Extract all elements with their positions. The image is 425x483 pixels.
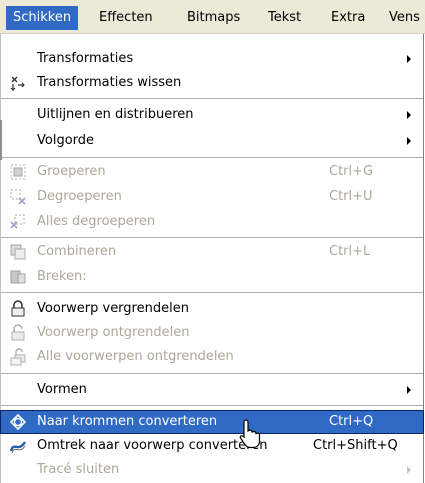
menu-item-alles-degroeperen[interactable]: Alles degroeperen	[1, 211, 423, 233]
menu-bitmaps[interactable]: Bitmaps	[180, 6, 247, 30]
menu-item-vormen[interactable]: Vormen	[1, 379, 423, 401]
menu-item-shortcut: Ctrl+Q	[329, 414, 374, 429]
menu-item-volgorde[interactable]: Volgorde	[1, 130, 423, 152]
menu-separator	[1, 373, 423, 374]
menu-separator	[1, 98, 423, 99]
submenu-arrow-icon	[407, 466, 411, 474]
combine-icon	[9, 243, 27, 261]
menu-separator	[1, 157, 423, 158]
unlock-icon	[9, 324, 27, 342]
menu-item-shortcut: Ctrl+Shift+Q	[313, 438, 398, 453]
menu-item-omtrek-naar-voorwerp-converteren[interactable]: Omtrek naar voorwerp converteren Ctrl+Sh…	[1, 435, 423, 457]
menu-vensters[interactable]: Vens	[382, 6, 425, 30]
menu-item-label: Omtrek naar voorwerp converteren	[37, 438, 268, 453]
menu-item-label: Combineren	[37, 244, 117, 259]
submenu-arrow-icon	[407, 137, 411, 145]
menu-tekst-label: Tekst	[268, 10, 302, 25]
menu-item-transformaties[interactable]: Transformaties	[1, 48, 423, 70]
ungroup-icon	[9, 188, 27, 206]
menu-item-label: Voorwerp vergrendelen	[37, 301, 189, 316]
menu-item-label: Groeperen	[37, 164, 106, 179]
menu-effecten-label: Effecten	[99, 10, 153, 25]
menu-item-label: Voorwerp ontgrendelen	[37, 325, 190, 340]
submenu-arrow-icon	[407, 386, 411, 394]
break-apart-icon	[9, 268, 27, 286]
clear-transformations-icon	[9, 74, 27, 92]
unlock-all-icon	[9, 348, 27, 366]
menu-item-label: Uitlijnen en distribueren	[37, 107, 194, 122]
menu-schikken-label: Schikken	[13, 10, 72, 25]
menu-extra-label: Extra	[331, 10, 366, 25]
menu-item-label: Breken:	[37, 269, 87, 284]
menu-item-label: Alles degroeperen	[37, 214, 156, 229]
menu-item-groeperen[interactable]: Groeperen Ctrl+G	[1, 161, 423, 183]
menu-item-label: Tracé sluiten	[37, 462, 120, 477]
menu-item-shortcut: Ctrl+U	[329, 189, 373, 204]
menu-separator	[1, 405, 423, 406]
canvas-edge	[0, 120, 2, 160]
menu-vensters-label: Vens	[389, 10, 420, 25]
menu-effecten[interactable]: Effecten	[92, 6, 160, 30]
group-icon	[9, 163, 27, 181]
menu-item-label: Vormen	[37, 382, 87, 397]
menu-schikken[interactable]: Schikken	[6, 6, 79, 30]
menubar: Schikken Effecten Bitmaps Tekst Extra Ve…	[0, 0, 425, 34]
menu-item-combineren[interactable]: Combineren Ctrl+L	[1, 241, 423, 263]
menu-bitmaps-label: Bitmaps	[187, 10, 241, 25]
convert-to-curves-icon	[9, 413, 27, 431]
menu-item-label: Transformaties	[37, 51, 134, 66]
menu-item-degroeperen[interactable]: Degroeperen Ctrl+U	[1, 186, 423, 208]
menu-item-voorwerp-vergrendelen[interactable]: Voorwerp vergrendelen	[1, 298, 423, 320]
menu-item-breken[interactable]: Breken:	[1, 266, 423, 288]
outline-to-object-icon	[9, 437, 27, 455]
submenu-arrow-icon	[407, 111, 411, 119]
mouse-pointer-icon	[238, 419, 262, 449]
menu-item-label: Alle voorwerpen ontgrendelen	[37, 349, 234, 364]
menu-separator	[1, 237, 423, 238]
menu-separator	[1, 292, 423, 293]
menu-item-alle-voorwerpen-ontgrendelen[interactable]: Alle voorwerpen ontgrendelen	[1, 346, 423, 368]
submenu-arrow-icon	[407, 55, 411, 63]
schikken-dropdown-menu: Transformaties Transformaties wissen Uit…	[0, 34, 424, 483]
menu-item-label: Naar krommen converteren	[37, 414, 218, 429]
menu-item-shortcut: Ctrl+L	[329, 244, 371, 259]
menu-item-label: Degroeperen	[37, 189, 122, 204]
lock-icon	[9, 300, 27, 318]
ungroup-all-icon	[9, 213, 27, 231]
menu-tekst[interactable]: Tekst	[261, 6, 308, 30]
menu-item-shortcut: Ctrl+G	[329, 164, 374, 179]
menu-item-transformaties-wissen[interactable]: Transformaties wissen	[1, 72, 423, 94]
menu-item-label: Transformaties wissen	[37, 75, 182, 90]
menu-extra[interactable]: Extra	[324, 6, 372, 30]
menu-item-naar-krommen-converteren[interactable]: Naar krommen converteren Ctrl+Q	[0, 410, 424, 434]
menu-item-voorwerp-ontgrendelen[interactable]: Voorwerp ontgrendelen	[1, 322, 423, 344]
menu-item-trace-sluiten[interactable]: Tracé sluiten	[1, 459, 423, 481]
menu-item-label: Volgorde	[37, 133, 95, 148]
menu-item-uitlijnen-en-distribueren[interactable]: Uitlijnen en distribueren	[1, 104, 423, 126]
